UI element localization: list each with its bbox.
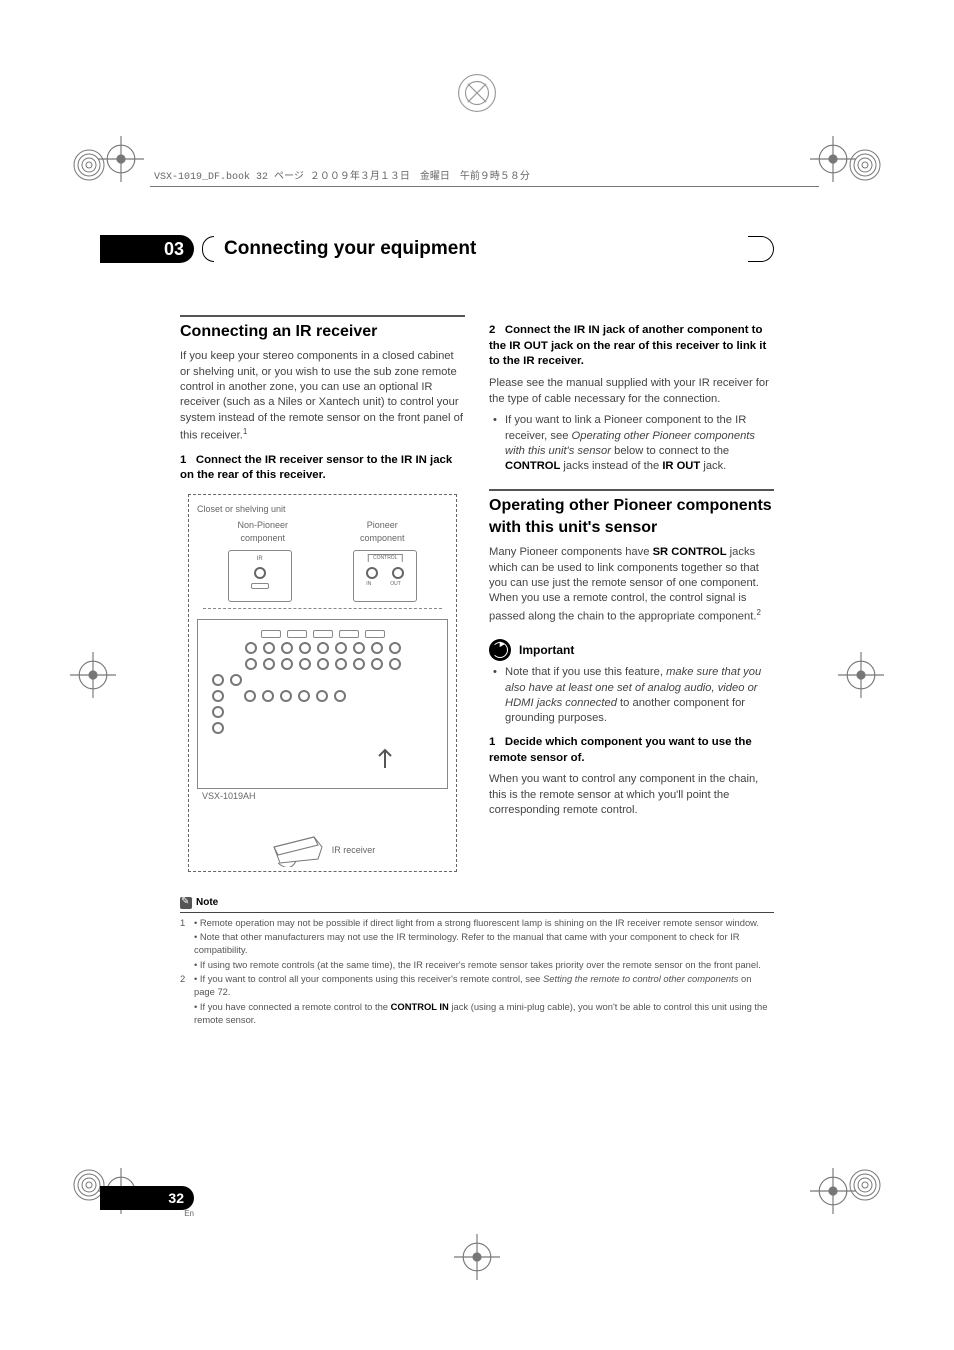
diagram-label: Non-Pioneer component <box>227 519 299 544</box>
right-column: 2 Connect the IR IN jack of another comp… <box>489 315 774 882</box>
page-number-badge: 32 <box>100 1186 194 1210</box>
imposition-text: VSX-1019_DF.book 32 ページ ２００９年３月１３日 金曜日 午… <box>154 167 530 183</box>
diagram-caption: Closet or shelving unit <box>197 503 448 515</box>
imposition-header: VSX-1019_DF.book 32 ページ ２００９年３月１３日 金曜日 午… <box>150 167 819 187</box>
left-column: Connecting an IR receiver If you keep yo… <box>180 315 465 882</box>
step-body: Please see the manual supplied with your… <box>489 376 774 407</box>
footnote-line: • Note that other manufacturers may not … <box>180 931 774 956</box>
important-callout: Important <box>489 639 774 661</box>
footnote-line: • If using two remote controls (at the s… <box>180 959 774 972</box>
step-heading: 1 Decide which component you want to use… <box>489 735 774 766</box>
step-body: When you want to control any component i… <box>489 772 774 818</box>
diagram-label: Pioneer component <box>346 519 418 544</box>
important-icon <box>489 639 511 661</box>
section-intro: Many Pioneer components have SR CONTROL … <box>489 545 774 625</box>
footnote-line: 1• Remote operation may not be possible … <box>180 917 774 930</box>
bracket-end-icon <box>748 236 774 262</box>
chapter-header: 03 Connecting your equipment <box>100 235 774 263</box>
component-box-icon: IR <box>228 550 292 602</box>
register-circle-icon <box>848 1168 882 1202</box>
footnote-section: Note 1• Remote operation may not be poss… <box>180 896 774 1026</box>
intro-paragraph: If you keep your stereo components in a … <box>180 349 465 444</box>
page-number: 32 <box>168 1191 184 1205</box>
crop-mark-icon <box>70 652 116 698</box>
section-heading: Connecting an IR receiver <box>180 315 465 343</box>
chapter-title: Connecting your equipment <box>224 238 738 260</box>
ir-receiver-label: IR receiver <box>332 844 376 856</box>
ir-receiver-icon <box>270 833 326 867</box>
register-circle-icon <box>848 148 882 182</box>
model-label: VSX-1019AH <box>202 790 256 802</box>
chapter-number: 03 <box>100 235 194 263</box>
bracket-icon <box>202 236 214 262</box>
bullet-item: If you want to link a Pioneer component … <box>505 413 774 475</box>
important-label: Important <box>519 642 574 659</box>
bullet-item: Note that if you use this feature, make … <box>505 665 774 727</box>
note-label: Note <box>196 896 218 910</box>
bullet-list: Note that if you use this feature, make … <box>489 665 774 727</box>
crop-mark-icon <box>838 652 884 698</box>
crop-mark-icon <box>454 1234 500 1280</box>
step-heading: 1 Connect the IR receiver sensor to the … <box>180 453 465 484</box>
bullet-list: If you want to link a Pioneer component … <box>489 413 774 475</box>
connection-diagram: Closet or shelving unit Non-Pioneer comp… <box>188 494 457 872</box>
rear-panel-icon: VSX-1019AH <box>197 619 448 789</box>
crop-mark-icon <box>454 70 500 116</box>
component-box-icon: CONTROL IN OUT <box>353 550 417 602</box>
note-icon <box>180 897 192 909</box>
step-heading: 2 Connect the IR IN jack of another comp… <box>489 323 774 370</box>
footnote-line: 2• If you want to control all your compo… <box>180 973 774 998</box>
page-lang: En <box>110 1209 194 1218</box>
arrow-icon <box>371 742 399 770</box>
register-circle-icon <box>72 148 106 182</box>
section-heading: Operating other Pioneer components with … <box>489 489 774 539</box>
footnote-line: • If you have connected a remote control… <box>180 1001 774 1026</box>
